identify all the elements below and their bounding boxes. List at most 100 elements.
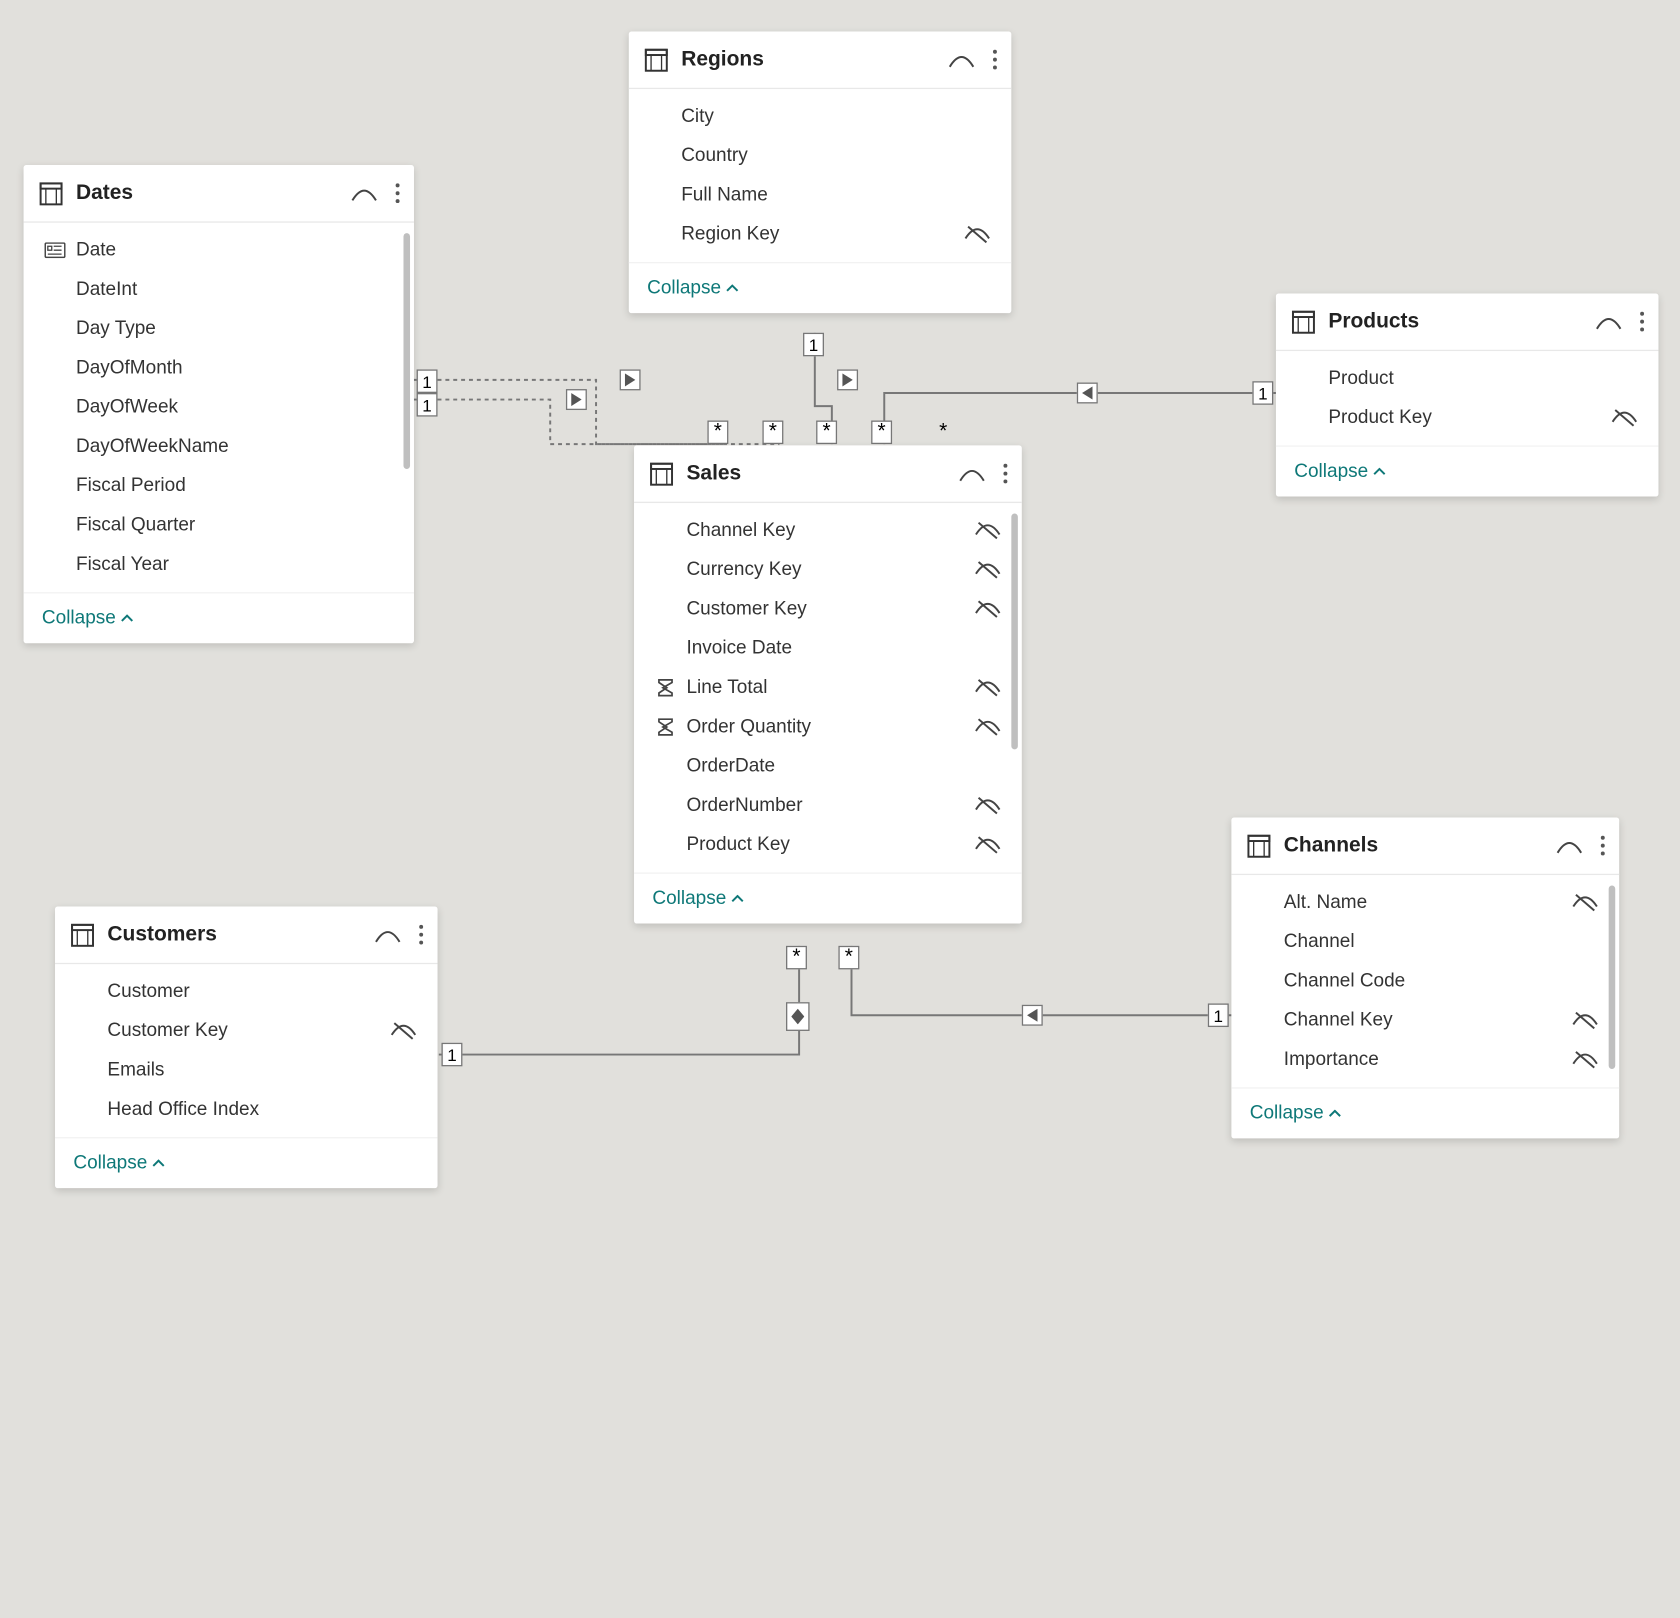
more-options-icon[interactable]: [1637, 307, 1642, 337]
field-kind-icon: [650, 677, 681, 698]
table-card-sales[interactable]: Sales Channel Key Currency Key Customer Ke…: [634, 445, 1022, 923]
filter-direction-arrow-right: [620, 369, 641, 390]
field-row[interactable]: Product Key: [634, 825, 1022, 864]
more-options-icon[interactable]: [393, 178, 398, 208]
hidden-icon: [975, 520, 1001, 541]
field-label: Product Key: [681, 834, 974, 855]
collapse-button[interactable]: Collapse: [652, 888, 744, 909]
field-label: Region Key: [676, 224, 964, 245]
field-label: DayOfWeek: [71, 397, 393, 418]
field-label: Channel Key: [1279, 1010, 1572, 1031]
field-row[interactable]: DateInt: [24, 270, 414, 309]
field-row[interactable]: OrderDate: [634, 747, 1022, 786]
field-row[interactable]: Emails: [55, 1051, 438, 1090]
field-row[interactable]: Alt. Name: [1231, 883, 1619, 922]
scrollbar[interactable]: [1011, 514, 1018, 750]
field-row[interactable]: Fiscal Quarter: [24, 506, 414, 545]
field-label: Channel Key: [681, 520, 974, 541]
filter-direction-arrow-left: [1077, 383, 1098, 404]
scrollbar[interactable]: [1609, 886, 1616, 1069]
field-row[interactable]: DayOfWeek: [24, 388, 414, 427]
filter-direction-arrow-right: [566, 389, 587, 410]
table-icon: [71, 923, 95, 947]
field-row[interactable]: Currency Key: [634, 550, 1022, 589]
cardinality-one: 1: [803, 333, 824, 357]
card-header: Regions: [629, 31, 1012, 89]
field-row[interactable]: Customer Key: [55, 1011, 438, 1050]
field-row[interactable]: Channel Code: [1231, 962, 1619, 1001]
field-row[interactable]: Day Type: [24, 309, 414, 348]
more-options-icon[interactable]: [990, 45, 995, 75]
card-header: Sales: [634, 445, 1022, 503]
table-card-channels[interactable]: Channels Alt. NameChannel Channel Code Cha…: [1231, 817, 1619, 1138]
field-row[interactable]: Invoice Date: [634, 629, 1022, 668]
field-label: Line Total: [681, 677, 974, 698]
field-label: Importance: [1279, 1049, 1572, 1070]
field-row[interactable]: Head Office Index: [55, 1090, 438, 1129]
card-title: Sales: [686, 462, 945, 486]
hidden-icon: [1572, 892, 1598, 913]
cardinality-many: *: [816, 421, 837, 445]
card-title: Regions: [681, 48, 935, 72]
field-list: CityCountry Full Name Region Key: [629, 89, 1012, 262]
field-label: DayOfWeekName: [71, 436, 393, 457]
preview-icon[interactable]: [948, 52, 974, 68]
field-row[interactable]: Order Quantity: [634, 707, 1022, 746]
field-row[interactable]: Customer Key: [634, 590, 1022, 629]
field-row[interactable]: Fiscal Year: [24, 545, 414, 584]
hidden-icon: [964, 224, 990, 245]
field-row[interactable]: DayOfMonth: [24, 348, 414, 387]
field-label: Date: [71, 240, 393, 261]
field-row[interactable]: Channel: [1231, 922, 1619, 961]
chevron-up-icon: [732, 895, 745, 903]
field-row[interactable]: Channel Key: [1231, 1001, 1619, 1040]
field-row[interactable]: Date: [24, 231, 414, 270]
field-row[interactable]: Region Key: [629, 215, 1012, 254]
field-label: Channel Code: [1279, 971, 1599, 992]
field-row[interactable]: Importance: [1231, 1040, 1619, 1079]
card-title: Channels: [1284, 834, 1543, 858]
collapse-button[interactable]: Collapse: [73, 1153, 165, 1174]
cardinality-many: *: [786, 946, 807, 970]
more-options-icon[interactable]: [1001, 458, 1006, 488]
filter-direction-arrow-left: [1022, 1005, 1043, 1026]
field-row[interactable]: Full Name: [629, 176, 1012, 215]
field-row[interactable]: Customer: [55, 972, 438, 1011]
table-card-dates[interactable]: Dates DateDateIntDay TypeDayOfMonthDayOf…: [24, 165, 414, 643]
field-list: Alt. NameChannel Channel Code Channel Key I…: [1231, 875, 1619, 1087]
collapse-button[interactable]: Collapse: [1250, 1103, 1342, 1124]
more-options-icon[interactable]: [417, 920, 422, 950]
field-row[interactable]: Country: [629, 136, 1012, 175]
preview-icon[interactable]: [959, 466, 985, 482]
collapse-button[interactable]: Collapse: [647, 278, 739, 299]
field-row[interactable]: Line Total: [634, 668, 1022, 707]
field-row[interactable]: OrderNumber: [634, 786, 1022, 825]
preview-icon[interactable]: [1556, 838, 1582, 854]
field-label: Fiscal Year: [71, 554, 393, 575]
field-row[interactable]: Fiscal Period: [24, 466, 414, 505]
field-label: Day Type: [71, 318, 393, 339]
field-row[interactable]: Product Key: [1276, 398, 1659, 437]
scrollbar[interactable]: [403, 233, 410, 469]
field-label: Currency Key: [681, 559, 974, 580]
table-card-products[interactable]: Products ProductProduct Key Collapse: [1276, 293, 1659, 496]
field-row[interactable]: Product: [1276, 359, 1659, 398]
field-row[interactable]: DayOfWeekName: [24, 427, 414, 466]
table-card-regions[interactable]: Regions CityCountry Full Name Region Key C…: [629, 31, 1012, 313]
field-list: Date DateInt Day Type DayOfMonth DayOfWeek Da…: [24, 223, 414, 592]
field-label: Fiscal Period: [71, 476, 393, 497]
table-card-customers[interactable]: Customers CustomerCustomer KeyEmailsHead…: [55, 907, 438, 1189]
field-list: Channel Key Currency Key Customer KeyInvoi…: [634, 503, 1022, 872]
field-row[interactable]: Channel Key: [634, 511, 1022, 550]
collapse-button[interactable]: Collapse: [1294, 461, 1386, 482]
preview-icon[interactable]: [1596, 314, 1622, 330]
field-label: Full Name: [676, 185, 990, 206]
table-icon: [1292, 310, 1316, 334]
field-label: OrderNumber: [681, 795, 974, 816]
more-options-icon[interactable]: [1598, 831, 1603, 861]
table-icon: [650, 462, 674, 486]
preview-icon[interactable]: [375, 927, 401, 943]
field-row[interactable]: City: [629, 97, 1012, 136]
collapse-button[interactable]: Collapse: [42, 608, 134, 629]
preview-icon[interactable]: [351, 185, 377, 201]
